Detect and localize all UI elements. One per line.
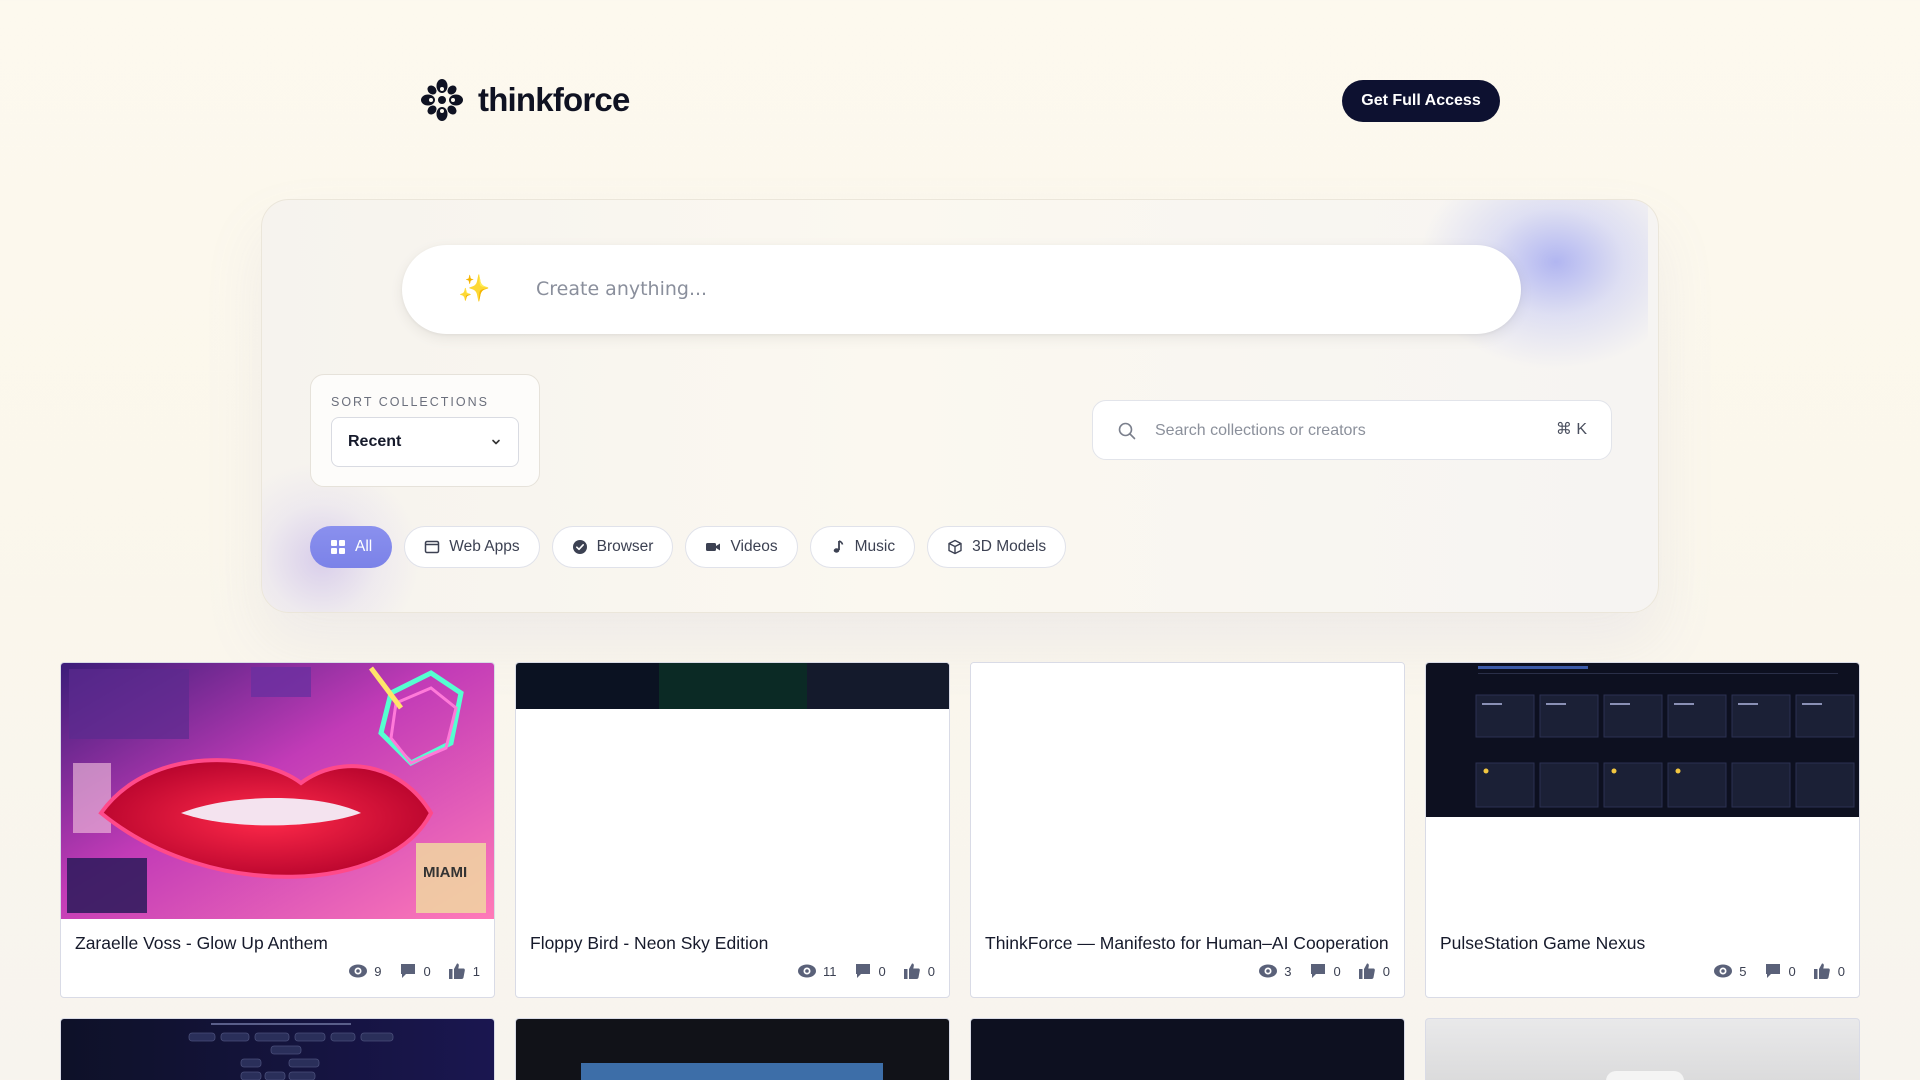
filter-chip-browser[interactable]: Browser (551, 526, 674, 568)
collection-card[interactable] (60, 1018, 495, 1080)
collection-card[interactable] (1425, 1018, 1860, 1080)
thumbs-up-icon (448, 963, 465, 979)
collection-card[interactable]: PulseStation Game Nexus 5 0 0 (1425, 662, 1860, 998)
comment-icon (855, 964, 870, 978)
filter-chip-videos[interactable]: Videos (685, 526, 798, 568)
views-stat: 9 (348, 962, 382, 980)
views-count: 3 (1284, 963, 1292, 979)
get-full-access-button[interactable]: Get Full Access (1342, 80, 1500, 122)
comment-icon (400, 964, 415, 978)
search-icon (1118, 422, 1136, 440)
eye-icon (1259, 964, 1278, 978)
comments-count: 0 (423, 963, 431, 979)
cube-icon (948, 539, 962, 555)
search-collections-field[interactable]: ⌘ K (1092, 400, 1612, 460)
comments-count: 0 (1333, 963, 1341, 979)
card-title: ThinkForce — Manifesto for Human–AI Coop… (985, 933, 1389, 953)
brand-logo[interactable]: thinkforce (420, 78, 630, 122)
check-circle-icon (572, 540, 587, 554)
likes-stat: 0 (902, 962, 935, 980)
keyboard-shortcut-hint: ⌘ K (1555, 421, 1587, 438)
card-thumbnail (1606, 1071, 1684, 1080)
card-stats: 5 0 0 (1713, 962, 1845, 980)
comments-stat: 0 (853, 962, 886, 980)
comments-stat: 0 (1308, 962, 1341, 980)
eye-icon (1714, 964, 1733, 978)
category-filters: All Web Apps Browser Videos Music 3D Mod… (310, 526, 1067, 568)
comment-icon (1310, 964, 1325, 978)
collection-card[interactable] (515, 1018, 950, 1080)
card-stats: 9 0 1 (348, 962, 480, 980)
views-count: 11 (823, 963, 837, 979)
create-prompt-input[interactable] (536, 267, 1436, 311)
search-input[interactable] (1155, 415, 1535, 447)
filter-chip-label: Browser (596, 538, 654, 555)
sort-select[interactable]: Recent (331, 417, 519, 467)
collection-card[interactable]: Floppy Bird - Neon Sky Edition 11 0 0 (515, 662, 950, 998)
hero-panel: ✨ SORT COLLECTIONS Recent ⌘ K All (261, 199, 1659, 613)
comments-stat: 0 (398, 962, 431, 980)
music-note-icon (833, 540, 843, 553)
sparkles-icon: ✨ (458, 273, 491, 303)
filter-chip-music[interactable]: Music (809, 526, 916, 568)
comments-count: 0 (878, 963, 886, 979)
video-camera-icon (706, 543, 721, 551)
sort-selected-value: Recent (348, 433, 402, 450)
card-thumbnail: MIAMI (61, 663, 494, 919)
thumbs-up-icon (903, 963, 920, 979)
thinkforce-logo-icon (421, 79, 463, 121)
views-stat: 3 (1258, 962, 1292, 980)
thumbs-up-icon (1813, 963, 1830, 979)
sort-collections-label: SORT COLLECTIONS (331, 395, 489, 409)
filter-chip-web-apps[interactable]: Web Apps (404, 526, 540, 568)
window-icon (424, 540, 440, 554)
likes-count: 0 (1837, 963, 1845, 979)
card-thumbnail (581, 1063, 883, 1080)
card-thumbnail (516, 663, 949, 919)
comment-icon (1765, 964, 1780, 978)
site-header: thinkforce Get Full Access (0, 0, 1920, 200)
card-thumbnail (1426, 663, 1859, 919)
likes-stat: 0 (1812, 962, 1845, 980)
collection-card[interactable]: ThinkForce — Manifesto for Human–AI Coop… (970, 662, 1405, 998)
views-count: 9 (374, 963, 382, 979)
card-thumbnail (971, 663, 1404, 919)
views-stat: 11 (797, 962, 837, 980)
likes-stat: 1 (447, 962, 480, 980)
chevron-down-icon (492, 439, 500, 445)
filter-chip-label: Music (854, 538, 896, 555)
likes-stat: 0 (1357, 962, 1390, 980)
comments-count: 0 (1788, 963, 1796, 979)
card-title: Floppy Bird - Neon Sky Edition (530, 933, 769, 953)
filter-chip-all[interactable]: All (310, 526, 393, 568)
card-title: PulseStation Game Nexus (1440, 933, 1646, 953)
likes-count: 0 (927, 963, 935, 979)
collection-card[interactable] (970, 1018, 1405, 1080)
views-stat: 5 (1713, 962, 1747, 980)
likes-count: 1 (472, 963, 480, 979)
filter-chip-label: 3D Models (972, 538, 1047, 555)
grid-icon (331, 540, 345, 554)
views-count: 5 (1739, 963, 1747, 979)
collection-card[interactable]: MIAMI Zaraelle Voss - Glow Up Anthem 9 0… (60, 662, 495, 998)
filter-chip-3d-models[interactable]: 3D Models (927, 526, 1067, 568)
sort-collections-panel: SORT COLLECTIONS Recent (310, 374, 540, 487)
brand-name: thinkforce (478, 81, 630, 118)
create-prompt-bar[interactable]: ✨ (402, 245, 1521, 334)
filter-chip-label: Web Apps (449, 538, 520, 555)
thumbs-up-icon (1358, 963, 1375, 979)
eye-icon (798, 964, 817, 978)
card-stats: 11 0 0 (797, 962, 935, 980)
svg-text:MIAMI: MIAMI (423, 864, 467, 881)
comments-stat: 0 (1763, 962, 1796, 980)
eye-icon (349, 964, 368, 978)
filter-chip-label: All (355, 538, 373, 555)
filter-chip-label: Videos (730, 538, 778, 555)
likes-count: 0 (1382, 963, 1390, 979)
card-title: Zaraelle Voss - Glow Up Anthem (75, 933, 328, 953)
card-stats: 3 0 0 (1258, 962, 1390, 980)
